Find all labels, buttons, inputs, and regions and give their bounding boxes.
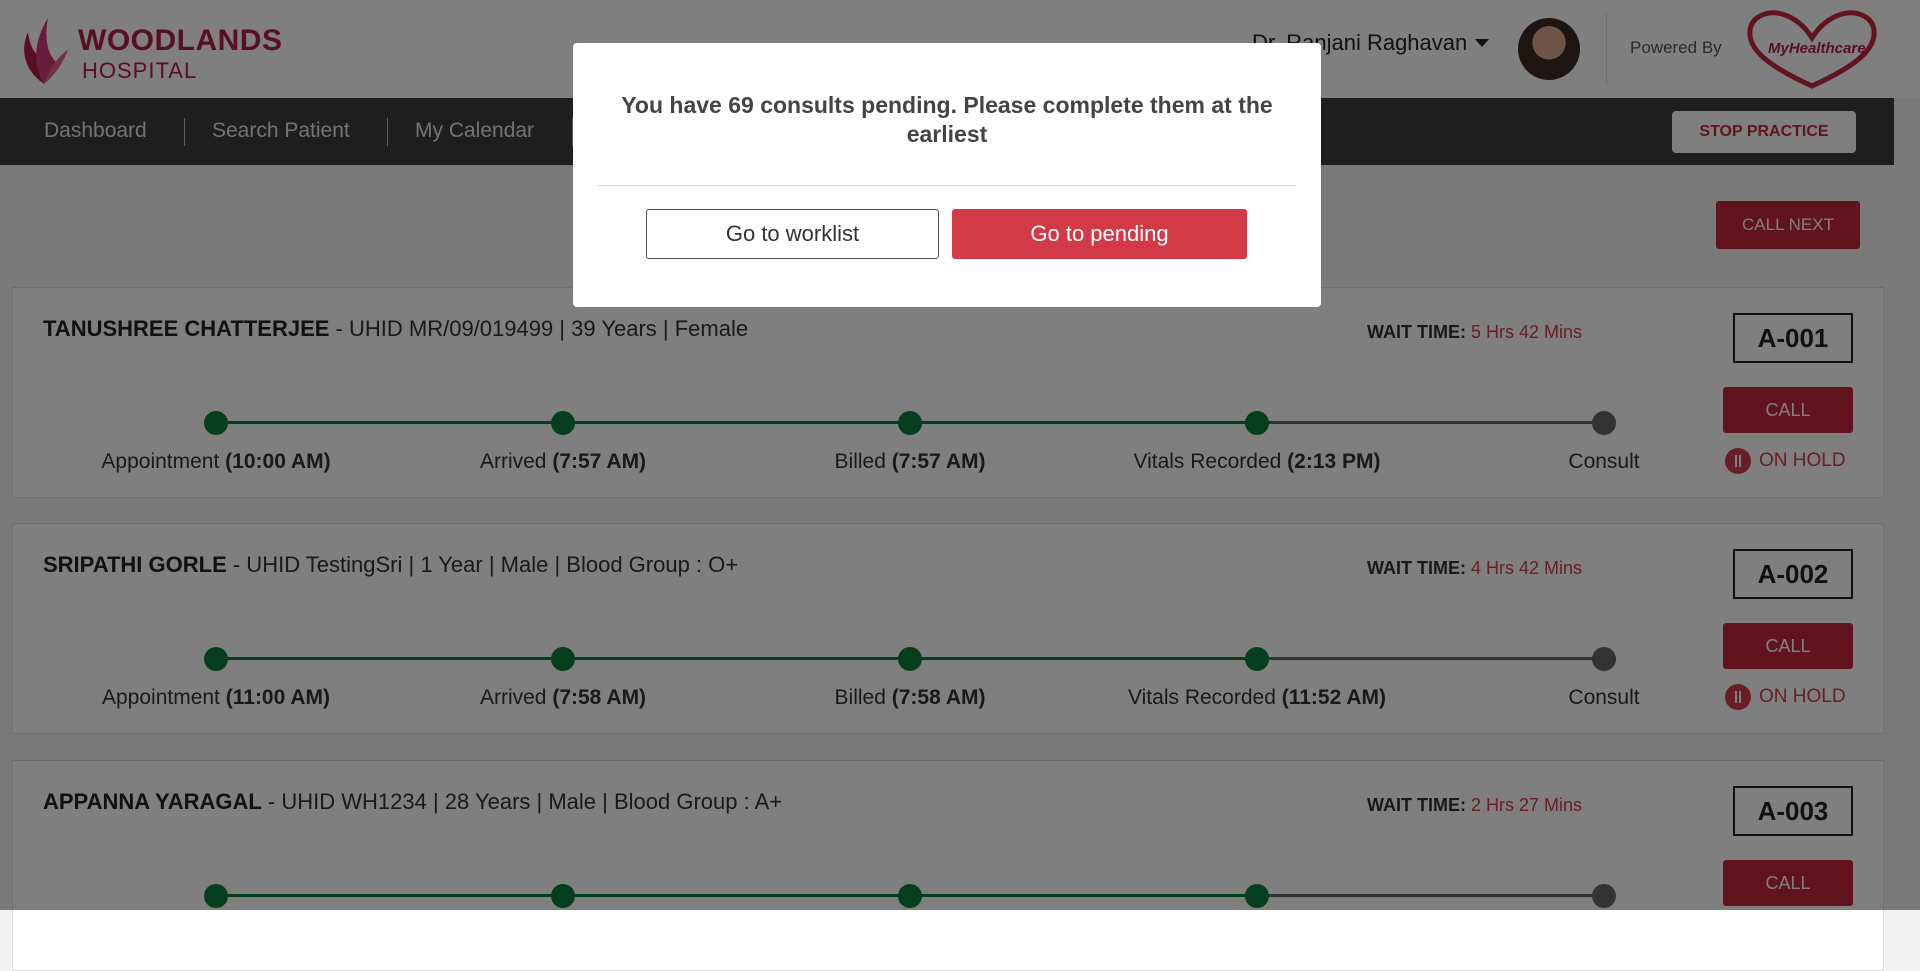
go-to-worklist-button[interactable]: Go to worklist xyxy=(646,209,939,259)
modal-backdrop: You have 69 consults pending. Please com… xyxy=(0,0,1920,910)
dialog-divider xyxy=(598,185,1296,186)
go-to-pending-button[interactable]: Go to pending xyxy=(952,209,1247,259)
pending-consults-dialog: You have 69 consults pending. Please com… xyxy=(573,43,1321,307)
dialog-message: You have 69 consults pending. Please com… xyxy=(621,92,1273,147)
